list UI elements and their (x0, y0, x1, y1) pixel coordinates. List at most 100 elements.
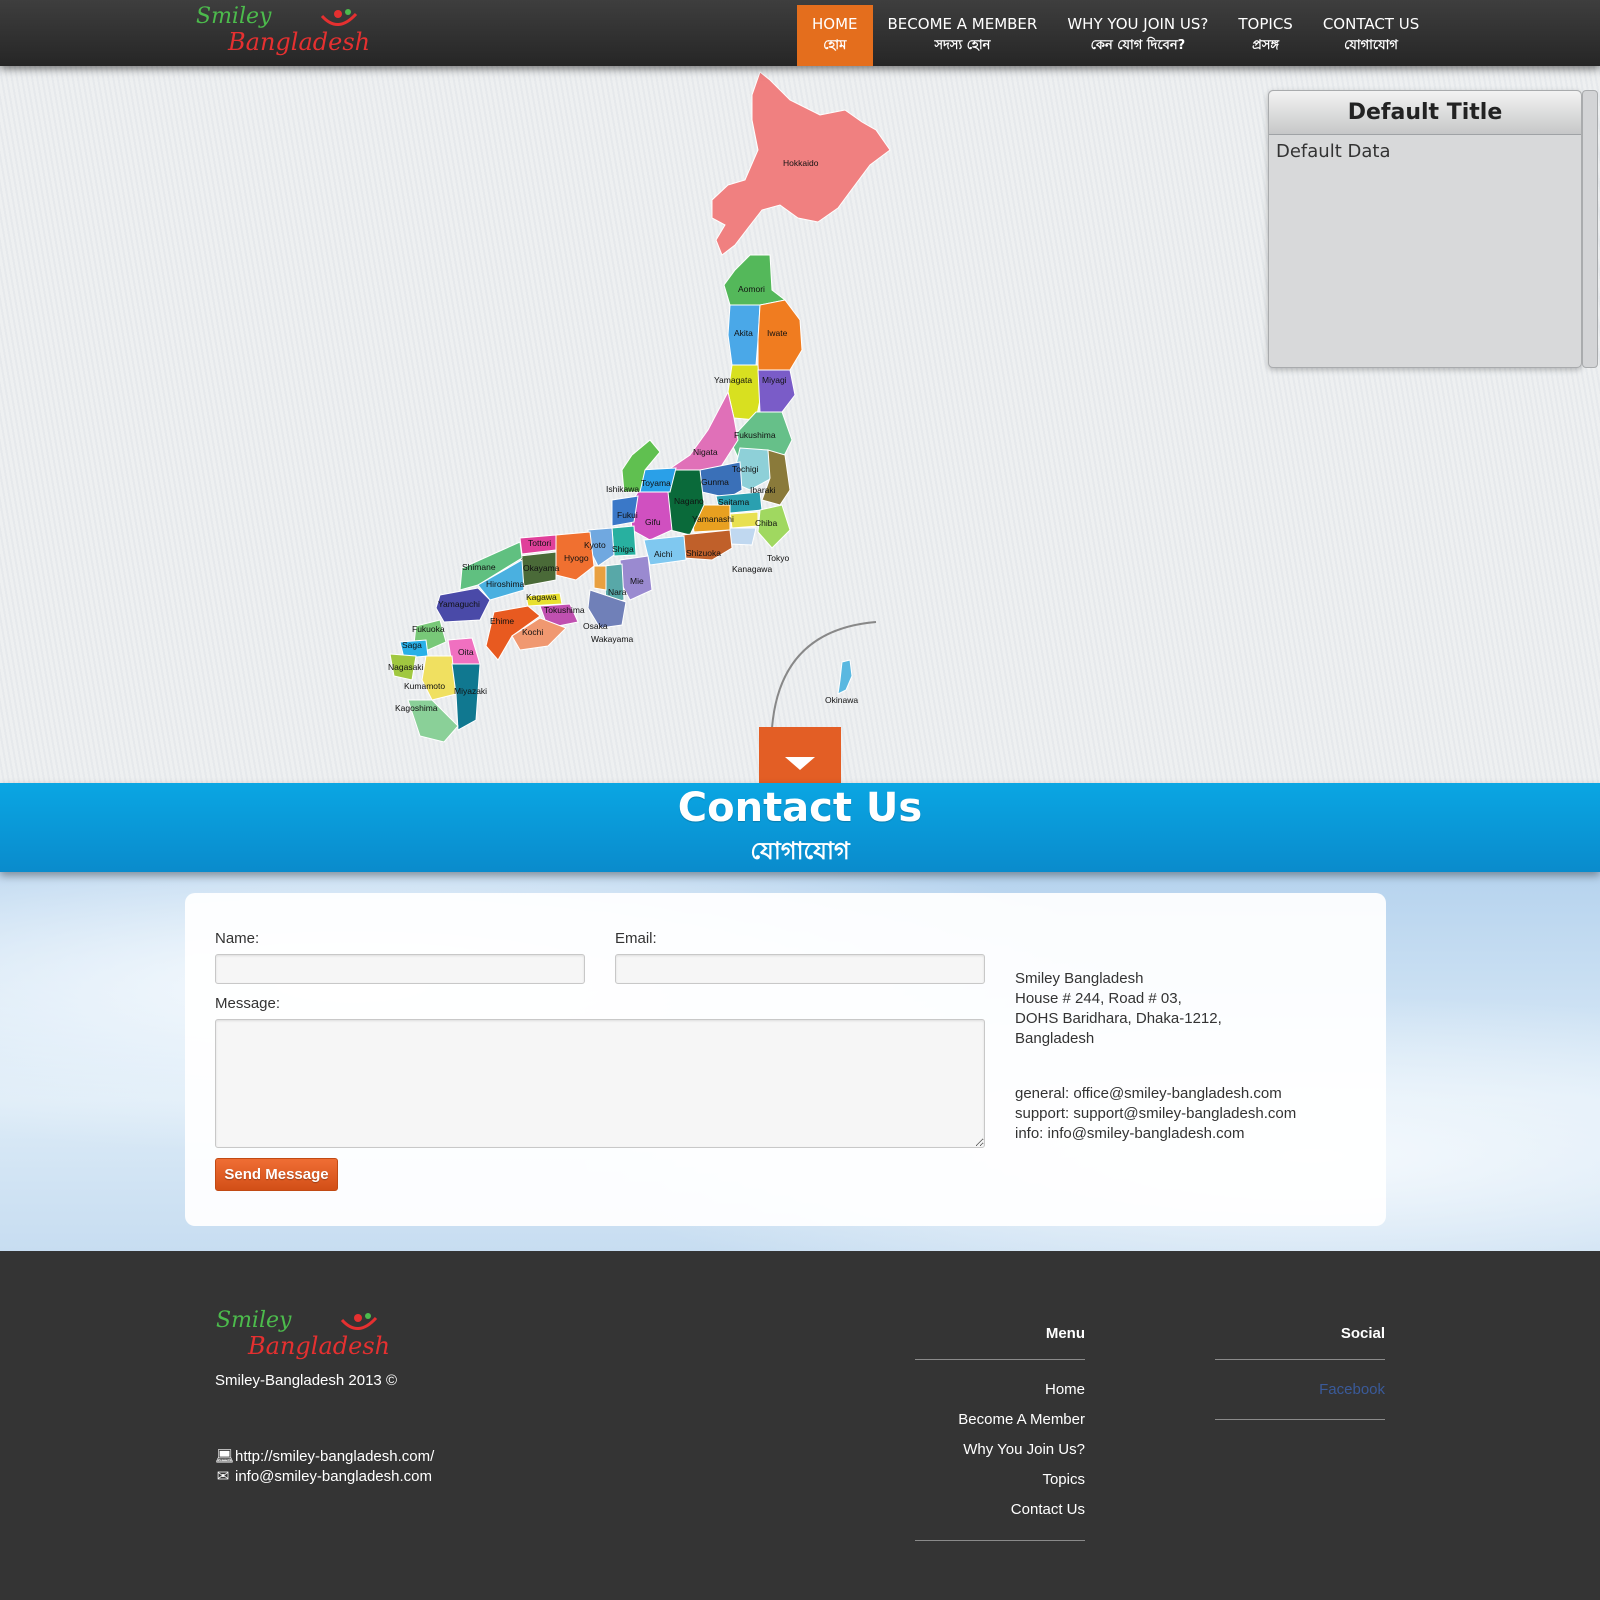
main-nav: HOME হোম BECOME A MEMBER সদস্য হোন WHY Y… (797, 5, 1434, 66)
footer-copyright: Smiley-Bangladesh 2013 © (215, 1372, 397, 1389)
label-wakayama: Wakayama (591, 634, 633, 644)
label-saga: Saga (402, 640, 422, 650)
footer-menu-divider-top (915, 1359, 1085, 1360)
label-kagawa: Kagawa (526, 592, 557, 602)
region-okinawa[interactable] (837, 659, 853, 695)
footer (0, 1251, 1600, 1600)
footer-email-row[interactable]: ✉ info@smiley-bangladesh.com (215, 1467, 432, 1485)
region-kumamoto[interactable] (421, 655, 457, 701)
label-yamagata: Yamagata (714, 375, 752, 385)
region-miyazaki[interactable] (451, 663, 481, 731)
section-title: Contact Us (677, 785, 923, 831)
nav-topics[interactable]: TOPICS প্রসঙ্গ (1223, 5, 1307, 66)
label-toyama: Toyama (641, 478, 671, 488)
contact-emails: general: office@smiley-bangladesh.com su… (1015, 1084, 1296, 1144)
section-subtitle: যোগাযোগ (750, 837, 850, 865)
label-akita: Akita (734, 328, 753, 338)
label-tokushima: Tokushima (544, 605, 585, 615)
nav-become-member[interactable]: BECOME A MEMBER সদস্য হোন (873, 5, 1053, 66)
address-line: Bangladesh (1015, 1030, 1095, 1047)
label-ehime: Ehime (490, 616, 514, 626)
label-nagasaki: Nagasaki (388, 662, 424, 672)
envelope-icon: ✉ (216, 1468, 230, 1485)
footer-link-become-member[interactable]: Become A Member (915, 1411, 1085, 1428)
label-saitama: Saitama (718, 497, 749, 507)
message-label: Message: (215, 995, 281, 1012)
label-tochigi: Tochigi (732, 464, 759, 474)
label-yamanashi: Yamanashi (692, 514, 734, 524)
message-textarea[interactable] (215, 1019, 985, 1148)
email-input[interactable] (615, 954, 985, 984)
footer-link-facebook[interactable]: Facebook (1215, 1381, 1385, 1398)
nav-label: CONTACT US (1322, 15, 1420, 33)
label-hiroshima: Hiroshima (486, 579, 525, 589)
label-osaka: Osaka (583, 621, 608, 631)
footer-social-divider-top (1215, 1359, 1385, 1360)
footer-email-link[interactable]: info@smiley-bangladesh.com (235, 1468, 432, 1485)
label-oita: Oita (458, 647, 474, 657)
label-fukui: Fukui (617, 510, 638, 520)
postal-address: Smiley Bangladesh House # 244, Road # 03… (1015, 969, 1222, 1049)
address-line: DOHS Baridhara, Dhaka-1212, (1015, 1010, 1222, 1027)
okinawa-divider (771, 621, 877, 729)
label-kochi: Kochi (522, 627, 543, 637)
label-okayama: Okayama (523, 563, 560, 573)
label-hyogo: Hyogo (564, 553, 589, 563)
site-logo[interactable]: Smiley Bangladesh (196, 4, 370, 62)
label-miyazaki: Miyazaki (454, 686, 487, 696)
address-line: Smiley Bangladesh (1015, 970, 1144, 987)
footer-social-title: Social (1340, 1325, 1385, 1342)
footer-link-home[interactable]: Home (915, 1381, 1085, 1398)
region-tokyo[interactable] (729, 511, 759, 529)
name-input[interactable] (215, 954, 585, 984)
label-nara: Nara (608, 587, 627, 597)
scroll-down-button[interactable] (759, 727, 841, 783)
label-mie: Mie (630, 576, 644, 586)
label-tokyo: Tokyo (767, 553, 789, 563)
footer-logo[interactable]: Smiley Bangladesh (216, 1308, 390, 1366)
region-osaka[interactable] (593, 565, 607, 591)
region-kanagawa[interactable] (727, 527, 757, 546)
label-kanagawa: Kanagawa (732, 564, 772, 574)
footer-website-row[interactable]: 💻︎http://smiley-bangladesh.com/ (215, 1447, 434, 1465)
footer-link-why-join[interactable]: Why You Join Us? (915, 1441, 1085, 1458)
nav-label-bn: যোগাযোগ (1344, 38, 1398, 53)
info-panel-title: Default Title (1269, 91, 1581, 135)
label-hokkaido: Hokkaido (783, 158, 819, 168)
footer-website-link[interactable]: http://smiley-bangladesh.com/ (235, 1448, 434, 1465)
label-gunma: Gunma (701, 477, 729, 487)
label-aichi: Aichi (654, 549, 673, 559)
nav-label: TOPICS (1238, 15, 1293, 33)
label-nagano: Nagano (674, 496, 704, 506)
label-fukuoka: Fukuoka (412, 624, 445, 634)
logo-text-smiley: Smiley (196, 4, 272, 29)
label-tottori: Tottori (528, 538, 551, 548)
label-nigata: Nigata (693, 447, 718, 457)
footer-social-divider-bottom (1215, 1419, 1385, 1420)
nav-label-bn: প্রসঙ্গ (1252, 38, 1280, 53)
footer-menu-divider-bottom (915, 1540, 1085, 1541)
region-aomori[interactable] (723, 254, 787, 306)
label-yamaguchi: Yamaguchi (438, 599, 480, 609)
chevron-down-icon (785, 757, 815, 770)
nav-label: BECOME A MEMBER (887, 15, 1038, 33)
footer-link-topics[interactable]: Topics (915, 1471, 1085, 1488)
nav-why-join[interactable]: WHY YOU JOIN US? কেন যোগ দিবেন? (1052, 5, 1223, 66)
label-okinawa: Okinawa (825, 695, 858, 705)
send-message-button[interactable]: Send Message (215, 1158, 338, 1191)
email-line-info: info: info@smiley-bangladesh.com (1015, 1125, 1245, 1142)
info-panel-body: Default Data (1276, 141, 1391, 162)
info-panel-scrollbar[interactable] (1582, 90, 1598, 368)
top-navigation-bar: Smiley Bangladesh HOME হোম BECOME A MEMB… (0, 0, 1600, 66)
label-shimane: Shimane (462, 562, 496, 572)
label-shizuoka: Shizuoka (686, 548, 721, 558)
name-label: Name: (215, 930, 260, 947)
label-ibaraki: Ibaraki (750, 485, 776, 495)
region-info-panel: Default Title Default Data (1268, 90, 1582, 368)
footer-link-contact[interactable]: Contact Us (915, 1501, 1085, 1518)
hero-map-section: Hokkaido Aomori Akita Iwate Yamagata Miy… (0, 66, 1600, 783)
nav-home[interactable]: HOME হোম (797, 5, 873, 66)
nav-contact[interactable]: CONTACT US যোগাযোগ (1308, 5, 1434, 66)
label-iwate: Iwate (767, 328, 788, 338)
nav-label-bn: কেন যোগ দিবেন? (1090, 38, 1186, 53)
